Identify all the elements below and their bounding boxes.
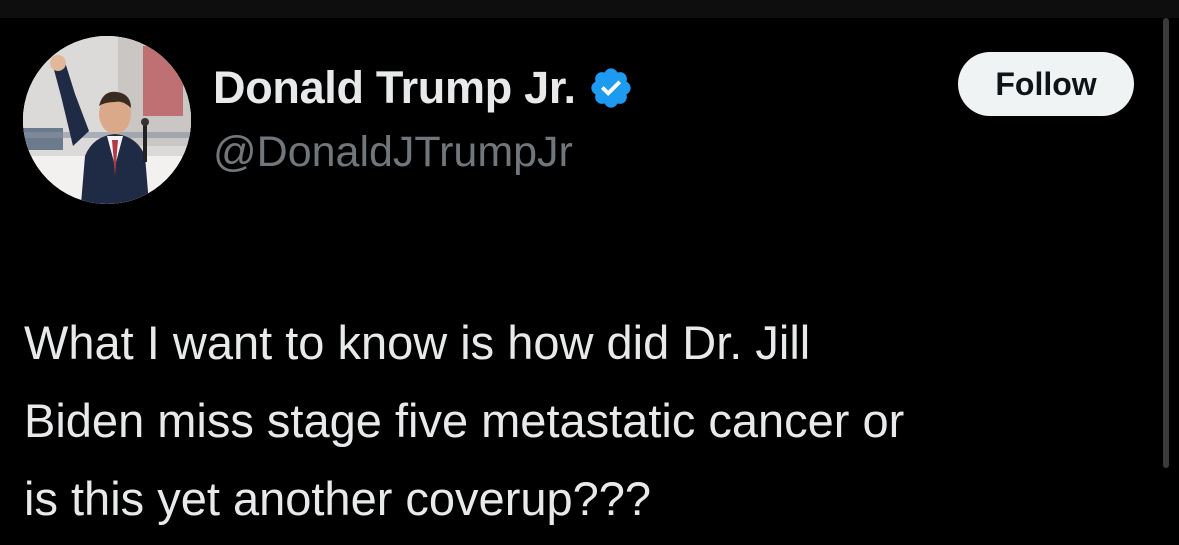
tweet-text-line: What I want to know is how did Dr. Jill <box>24 316 811 369</box>
profile-photo <box>23 36 191 204</box>
tweet-text: What I want to know is how did Dr. Jill … <box>24 304 1149 538</box>
tweet-text-line: Biden miss stage five metastatic cancer … <box>24 394 905 447</box>
avatar[interactable] <box>23 36 191 204</box>
author-name-row[interactable]: Donald Trump Jr. <box>213 60 634 116</box>
verified-badge-icon <box>588 65 634 111</box>
follow-button[interactable]: Follow <box>958 52 1134 116</box>
scrollbar[interactable] <box>1163 18 1169 468</box>
handle[interactable]: @DonaldJTrumpJr <box>213 128 573 177</box>
tweet-card[interactable]: Donald Trump Jr. @DonaldJTrumpJr Follow … <box>0 18 1150 545</box>
display-name[interactable]: Donald Trump Jr. <box>213 62 576 114</box>
top-strip <box>0 0 1179 18</box>
tweet-text-line: is this yet another coverup??? <box>24 472 652 525</box>
